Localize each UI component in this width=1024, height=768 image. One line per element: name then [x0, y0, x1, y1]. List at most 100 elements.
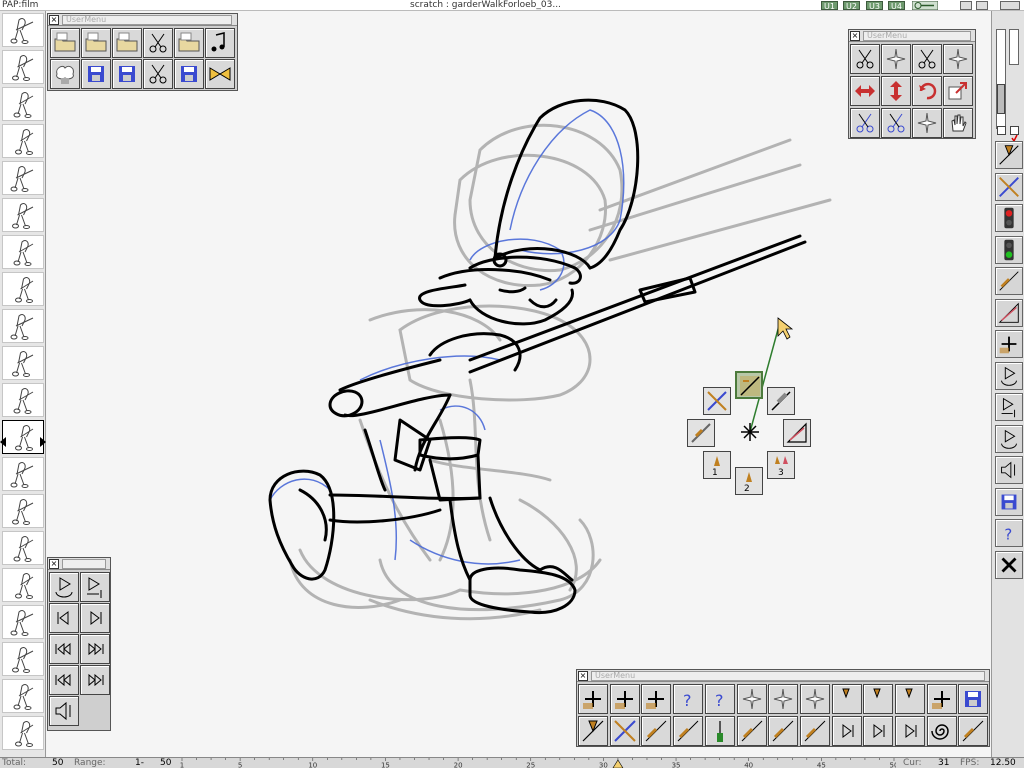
- diagonal-pink-icon[interactable]: [736, 716, 767, 746]
- frame-thumbnail[interactable]: [2, 272, 44, 306]
- step-forward-icon[interactable]: [80, 603, 110, 633]
- frame-strip[interactable]: [0, 11, 46, 757]
- toggle-checkbox[interactable]: [997, 126, 1006, 135]
- top-right-user-menu-palette[interactable]: × UserMenu: [848, 29, 976, 139]
- sound-folder-button-icon[interactable]: [205, 28, 235, 58]
- user-button-2[interactable]: U2: [843, 1, 860, 11]
- move-tool-icon[interactable]: [799, 716, 830, 746]
- save-button-icon[interactable]: [81, 59, 111, 89]
- recent-folder-button-icon[interactable]: [174, 28, 204, 58]
- frame-thumbnail[interactable]: [2, 642, 44, 676]
- frame-thumbnail[interactable]: [2, 383, 44, 417]
- fast-forward-marked-icon[interactable]: [80, 665, 110, 695]
- frame-thumbnail[interactable]: [2, 494, 44, 528]
- add-brush-icon[interactable]: [995, 330, 1023, 358]
- move-vertical-icon[interactable]: [881, 76, 911, 106]
- frame-thumbnail[interactable]: [2, 87, 44, 121]
- frame-thumbnail[interactable]: [2, 457, 44, 491]
- palette-close-button[interactable]: ×: [850, 31, 860, 41]
- copy-cut-icon[interactable]: [850, 44, 880, 74]
- scale-icon[interactable]: [943, 76, 973, 106]
- cross-brush-icon[interactable]: [609, 716, 640, 746]
- add-multi-icon[interactable]: [926, 684, 957, 714]
- pie-pencil-pick-button[interactable]: [735, 371, 763, 399]
- frame-thumbnail[interactable]: [2, 531, 44, 565]
- red-check-checkbox[interactable]: [1010, 126, 1019, 143]
- rotate-icon[interactable]: [912, 76, 942, 106]
- draw-tool-icon[interactable]: [995, 267, 1023, 295]
- save-copy-button-icon[interactable]: [174, 59, 204, 89]
- move-horizontal-icon[interactable]: [850, 76, 880, 106]
- hand-icon[interactable]: [943, 108, 973, 138]
- key-icon[interactable]: [911, 0, 939, 11]
- play-loop-icon[interactable]: [49, 572, 79, 602]
- add-brush-alt-icon[interactable]: [609, 684, 640, 714]
- screwdriver-icon[interactable]: [704, 716, 735, 746]
- frame-thumbnail[interactable]: [2, 716, 44, 750]
- frame-thumbnail[interactable]: [2, 13, 44, 47]
- small-slider[interactable]: [1009, 29, 1019, 65]
- pencil-tool-icon[interactable]: [578, 716, 608, 746]
- user-button-4[interactable]: U4: [888, 1, 905, 11]
- minimize-button[interactable]: [960, 1, 972, 10]
- top-left-user-menu-palette[interactable]: × UserMenu: [47, 13, 238, 91]
- pie-pencil-2-button[interactable]: 2: [735, 467, 763, 495]
- palette-header[interactable]: × UserMenu: [577, 670, 989, 682]
- save-icon[interactable]: [995, 487, 1023, 516]
- sparkle-cut-icon[interactable]: [943, 44, 973, 74]
- save-down-icon[interactable]: [958, 684, 989, 714]
- pie-pencil-3-button[interactable]: 3: [767, 451, 795, 479]
- pie-pen-button[interactable]: [687, 419, 715, 447]
- vertical-slider[interactable]: [996, 29, 1006, 129]
- frame-thumbnail[interactable]: [2, 605, 44, 639]
- help-icon[interactable]: ?: [995, 519, 1023, 547]
- pie-cross-tool-button[interactable]: [703, 387, 731, 415]
- pie-triangle-button[interactable]: [783, 419, 811, 447]
- frame-thumbnail[interactable]: [2, 161, 44, 195]
- next-3-icon[interactable]: [895, 716, 925, 746]
- frame-thumbnail[interactable]: [2, 346, 44, 380]
- bottom-left-playback-palette[interactable]: ×: [47, 557, 111, 731]
- play-to-end-icon[interactable]: [995, 393, 1023, 421]
- frame-thumbnail[interactable]: [2, 679, 44, 713]
- add-brush-icon[interactable]: [578, 684, 608, 714]
- eraser-icon[interactable]: [995, 298, 1023, 327]
- diagonal-brush-icon[interactable]: [641, 716, 672, 746]
- user-button-3[interactable]: U3: [866, 1, 883, 11]
- palette-close-button[interactable]: ×: [49, 15, 59, 25]
- maximize-button[interactable]: [976, 1, 988, 10]
- load-button-icon[interactable]: [50, 59, 80, 89]
- pencil-brush-icon[interactable]: [995, 141, 1023, 169]
- sparkle-blue-icon[interactable]: [736, 684, 767, 714]
- red-light-icon[interactable]: [995, 204, 1023, 232]
- open-folder-button-icon[interactable]: [50, 28, 80, 58]
- rewind-marked-icon[interactable]: [49, 665, 79, 695]
- help-blue-icon[interactable]: ?: [673, 684, 704, 714]
- sparkle-icon[interactable]: [768, 684, 799, 714]
- frame-thumbnail[interactable]: [2, 50, 44, 84]
- pie-eraser-button[interactable]: [767, 387, 795, 415]
- line-tool-icon[interactable]: [768, 716, 799, 746]
- green-light-icon[interactable]: [995, 235, 1023, 264]
- sparkle-blue-icon[interactable]: [912, 108, 942, 138]
- timeline-ruler[interactable]: 15101520253035404550: [180, 758, 898, 768]
- loop-play-icon[interactable]: [995, 361, 1023, 390]
- help-black-icon[interactable]: ?: [704, 684, 735, 714]
- palette-close-button[interactable]: ×: [49, 559, 59, 569]
- palette-close-button[interactable]: ×: [578, 671, 588, 681]
- palette-header[interactable]: × UserMenu: [849, 30, 975, 42]
- close-window-button[interactable]: [1000, 1, 1020, 10]
- mute-icon[interactable]: [49, 696, 79, 726]
- pie-pencil-1-button[interactable]: 1: [703, 451, 731, 479]
- cut-blue-alt-icon[interactable]: [881, 108, 911, 138]
- user-button-1[interactable]: U1: [821, 1, 838, 11]
- frame-thumbnail[interactable]: [2, 420, 44, 454]
- sparkle-orange-icon[interactable]: [799, 684, 830, 714]
- frame-thumbnail[interactable]: [2, 309, 44, 343]
- sparkle-icon[interactable]: [881, 44, 911, 74]
- bowtie-button-icon[interactable]: [205, 59, 235, 89]
- divide-icon[interactable]: [641, 684, 672, 714]
- import-folder-button-icon[interactable]: [81, 28, 111, 58]
- loop-back-icon[interactable]: [995, 424, 1023, 453]
- rewind-icon[interactable]: [49, 634, 79, 664]
